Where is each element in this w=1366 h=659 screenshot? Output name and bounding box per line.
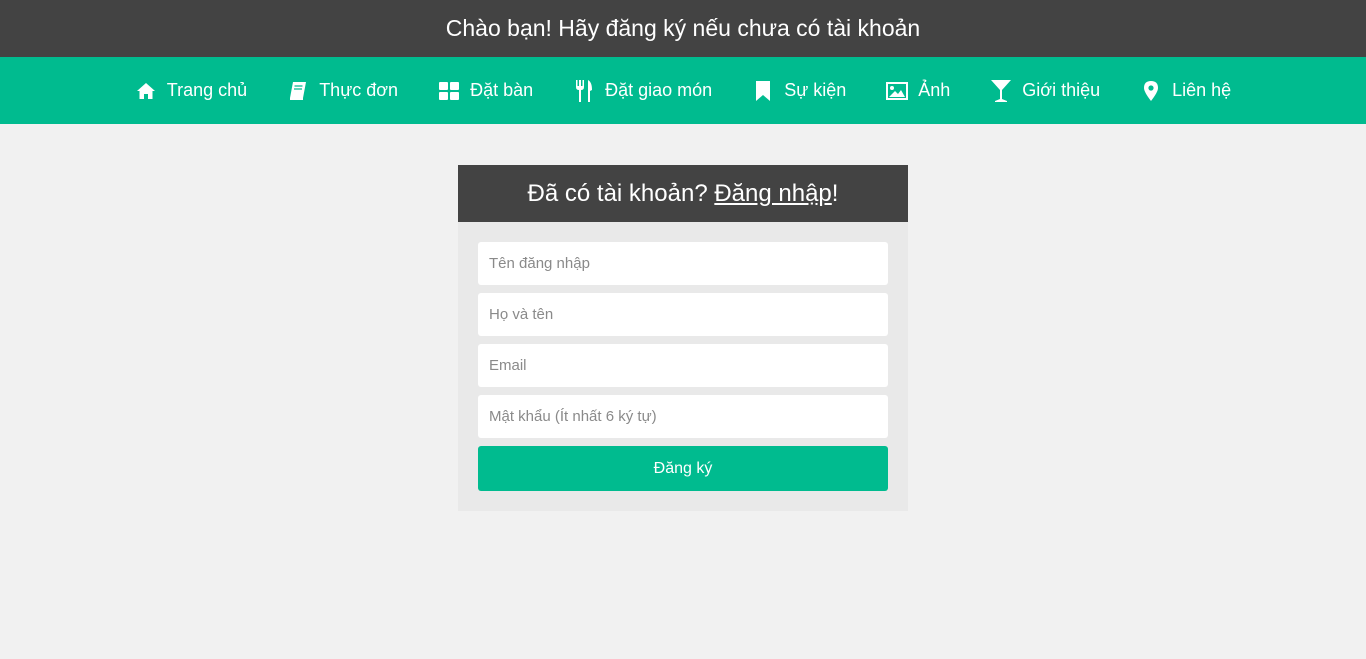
nav-item-about[interactable]: Giới thiệu xyxy=(970,57,1120,124)
map-marker-icon xyxy=(1140,80,1162,102)
nav-item-label: Trang chủ xyxy=(166,80,248,100)
nav-item-label: Đặt bàn xyxy=(470,80,534,100)
register-panel: Đã có tài khoản? Đăng nhập ! Đăng ký xyxy=(458,165,908,511)
password-input[interactable] xyxy=(478,395,888,438)
login-prompt-text: Đã có tài khoản? xyxy=(527,179,715,207)
panel-header: Đã có tài khoản? Đăng nhập ! xyxy=(458,165,908,222)
nav-item-events[interactable]: Sự kiện xyxy=(732,57,866,124)
cutlery-icon xyxy=(573,79,595,102)
login-prompt-suffix: ! xyxy=(831,179,839,207)
nav-item-label: Liên hệ xyxy=(1172,80,1232,100)
register-button[interactable]: Đăng ký xyxy=(478,446,888,491)
nav-item-label: Ảnh xyxy=(918,80,951,100)
nav-item-label: Thực đơn xyxy=(319,80,399,100)
nav-item-label: Sự kiện xyxy=(784,80,847,100)
nav-item-delivery[interactable]: Đặt giao món xyxy=(553,57,732,124)
username-input[interactable] xyxy=(478,242,888,285)
image-icon xyxy=(886,80,909,102)
main-nav: Trang chủ Thực đơn Đặt bàn Đặt giao món … xyxy=(0,57,1366,124)
bookmark-icon xyxy=(752,80,774,102)
nav-item-menu[interactable]: Thực đơn xyxy=(267,57,418,124)
nav-item-label: Giới thiệu xyxy=(1022,80,1101,100)
nav-item-contact[interactable]: Liên hệ xyxy=(1120,57,1251,124)
book-icon xyxy=(287,80,309,102)
top-greeting-bar: Chào bạn! Hãy đăng ký nếu chưa có tài kh… xyxy=(0,0,1366,57)
grid-icon xyxy=(438,80,460,102)
nav-item-label: Đặt giao món xyxy=(605,80,713,100)
nav-item-home[interactable]: Trang chủ xyxy=(115,57,267,124)
nav-item-reservation[interactable]: Đặt bàn xyxy=(418,57,553,124)
home-icon xyxy=(135,80,157,102)
login-link[interactable]: Đăng nhập xyxy=(714,180,831,208)
email-input[interactable] xyxy=(478,344,888,387)
fullname-input[interactable] xyxy=(478,293,888,336)
greeting-text: Chào bạn! Hãy đăng ký nếu chưa có tài kh… xyxy=(445,15,921,41)
cocktail-icon xyxy=(990,79,1012,102)
register-form: Đăng ký xyxy=(458,222,908,491)
nav-item-gallery[interactable]: Ảnh xyxy=(866,57,970,124)
